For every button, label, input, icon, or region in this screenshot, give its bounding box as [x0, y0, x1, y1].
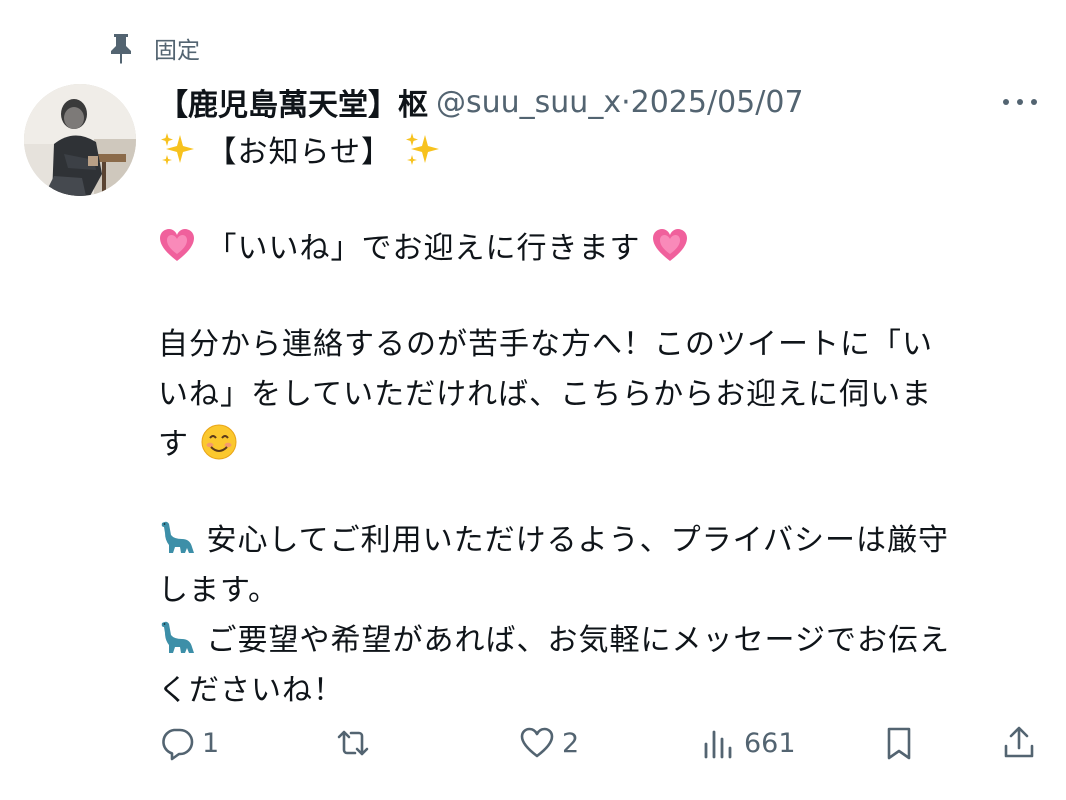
body-line-9: くださいね！ [158, 673, 344, 708]
pin-icon [108, 32, 134, 64]
reply-button[interactable]: 1 [158, 716, 219, 770]
repost-button[interactable] [334, 716, 378, 770]
tweet-header: 【鹿児島萬天堂】枢 @suu_suu_x · 2025/05/07 [158, 80, 1046, 124]
views-button[interactable]: 661 [700, 716, 796, 770]
tweet[interactable]: 固定 【鹿児島萬天堂】枢 @suu_suu_x · 2025/05/07 【お知… [0, 0, 1066, 800]
body-line-6: 安心してご利用いただけるよう、プライバシーは厳守 [158, 516, 1048, 566]
sauropod-emoji [158, 619, 196, 657]
body-line-8: ご要望や希望があれば、お気軽にメッセージでお伝え [158, 616, 1048, 666]
body-line-3: 自分から連絡するのが苦手な方へ！このツイートに「い [158, 327, 933, 362]
header-separator: · [621, 84, 631, 120]
reply-count: 1 [202, 727, 220, 759]
like-icon [520, 727, 554, 758]
share-icon [1004, 726, 1034, 758]
author-handle[interactable]: @suu_suu_x [436, 85, 621, 120]
repost-icon [337, 730, 369, 756]
views-icon [704, 730, 732, 759]
post-date[interactable]: 2025/05/07 [631, 85, 804, 120]
share-button[interactable] [1000, 716, 1038, 770]
body-line-5-text: す [158, 427, 189, 462]
tweet-body: 【お知らせ】 「いいね」でお迎えに行きます 自分から連絡するのが苦手な方へ！この… [158, 128, 1048, 716]
like-button[interactable]: 2 [518, 716, 579, 770]
action-bar: 1 2 661 [0, 716, 1066, 770]
smiling-face-emoji [200, 423, 238, 461]
like-count: 2 [562, 727, 580, 759]
sauropod-emoji [158, 519, 196, 557]
announcement-title: 【お知らせ】 [206, 135, 392, 170]
body-line-6-text: 安心してご利用いただけるよう、プライバシーは厳守 [206, 523, 950, 558]
avatar[interactable] [24, 84, 136, 196]
body-spacer [158, 470, 1048, 516]
body-line-1: 【お知らせ】 [158, 128, 1048, 178]
pinned-indicator: 固定 [108, 30, 200, 66]
more-icon[interactable] [998, 88, 1042, 116]
like-welcome-text: 「いいね」でお迎えに行きます [206, 231, 641, 266]
view-count: 661 [744, 727, 796, 759]
body-line-4: いね」をしていただければ、こちらからお迎えに伺いま [158, 377, 933, 412]
sparkles-emoji [403, 131, 441, 169]
author-name[interactable]: 【鹿児島萬天堂】枢 [158, 80, 428, 124]
body-line-7: します。 [158, 573, 279, 608]
growing-heart-emoji [158, 227, 196, 265]
body-spacer [158, 274, 1048, 320]
sparkles-emoji [158, 131, 196, 169]
growing-heart-emoji [651, 227, 689, 265]
body-spacer [158, 178, 1048, 224]
pinned-label: 固定 [154, 38, 200, 64]
body-line-5: す [158, 420, 1048, 470]
body-line-2: 「いいね」でお迎えに行きます [158, 224, 1048, 274]
body-line-8-text: ご要望や希望があれば、お気軽にメッセージでお伝え [206, 623, 950, 658]
bookmark-icon [887, 727, 911, 760]
bookmark-button[interactable] [880, 716, 918, 770]
reply-icon [162, 728, 194, 761]
